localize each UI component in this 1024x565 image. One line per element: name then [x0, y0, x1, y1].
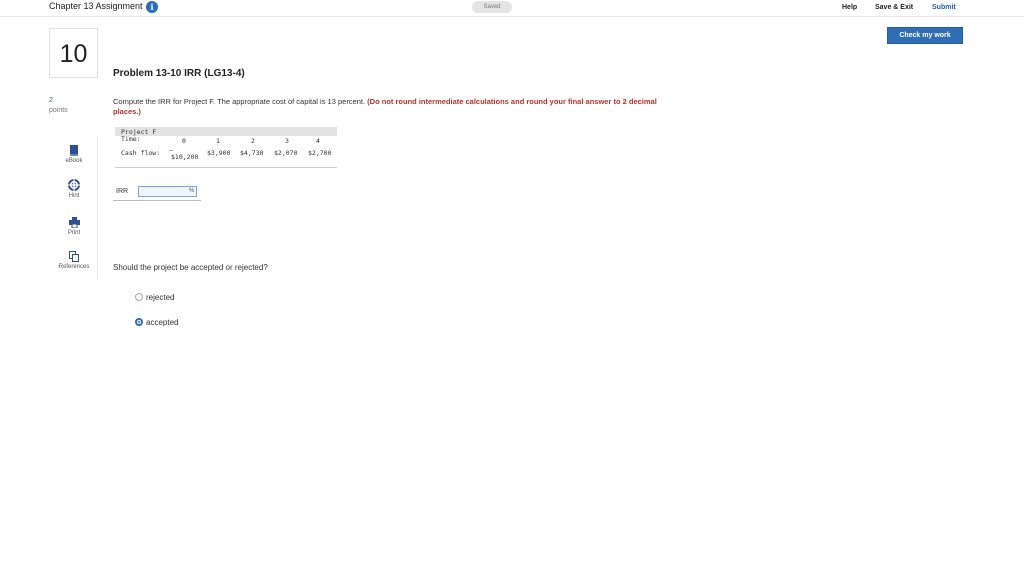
help-link[interactable]: Help — [842, 4, 857, 11]
accepted-radio[interactable] — [135, 317, 143, 326]
question-number: 10 — [49, 28, 98, 78]
print-label: Print — [67, 230, 81, 236]
flow-0: $10,200 — [171, 153, 199, 161]
time-0: 0 — [182, 137, 186, 145]
time-label: Time: — [121, 135, 141, 143]
hint-tool[interactable]: Hint — [52, 179, 96, 215]
problem-title: Problem 13-10 IRR (LG13-4) — [113, 68, 245, 79]
problem-prompt: Compute the IRR for Project F. The appro… — [113, 97, 673, 117]
save-exit-link[interactable]: Save & Exit — [875, 4, 913, 11]
prompt-text: Compute the IRR for Project F. The appro… — [113, 97, 366, 106]
submit-link[interactable]: Submit — [932, 4, 956, 11]
time-2: 2 — [251, 137, 255, 145]
option-rejected[interactable]: rejected — [135, 292, 175, 302]
irr-label: IRR — [116, 188, 129, 195]
time-3: 3 — [285, 137, 289, 145]
irr-percent-unit: % — [189, 188, 195, 194]
saved-status-badge: Saved — [472, 1, 512, 13]
ebook-label: eBook — [65, 158, 83, 164]
cash-flow-label: Cash flow: — [121, 149, 161, 157]
ebook-tool[interactable]: eBook — [52, 145, 96, 181]
rejected-label: rejected — [146, 293, 175, 302]
book-icon — [70, 145, 78, 156]
info-icon[interactable]: i — [146, 1, 158, 13]
time-4: 4 — [316, 137, 320, 145]
points-value: 2 — [49, 97, 53, 104]
assignment-title: Chapter 13 Assignment — [49, 1, 143, 11]
flow-3: $2,070 — [274, 149, 298, 157]
irr-answer-row: IRR % — [113, 186, 201, 201]
references-tool[interactable]: References — [52, 251, 96, 287]
table-bottom-rule — [115, 167, 337, 168]
top-bar: Chapter 13 Assignment i Saved Help Save … — [0, 0, 1024, 17]
accepted-label: accepted — [146, 318, 179, 327]
print-tool[interactable]: Print — [52, 217, 96, 253]
printer-icon — [68, 217, 80, 228]
points-label: points — [49, 107, 68, 114]
cash-flow-table: Project F Time: 0 1 2 3 4 Cash flow: – $… — [115, 127, 337, 168]
sidebar-divider — [97, 135, 98, 280]
option-accepted[interactable]: accepted — [135, 317, 179, 327]
flow-1: $3,900 — [207, 149, 231, 157]
hint-label: Hint — [68, 193, 80, 199]
time-1: 1 — [216, 137, 220, 145]
check-my-work-button[interactable]: Check my work — [887, 27, 963, 44]
lifebuoy-icon — [68, 179, 80, 191]
decision-question: Should the project be accepted or reject… — [113, 263, 268, 272]
references-label: References — [58, 264, 90, 270]
flow-4: $2,700 — [308, 149, 332, 157]
copy-icon — [69, 251, 79, 262]
flow-2: $4,730 — [240, 149, 264, 157]
rejected-radio[interactable] — [135, 292, 143, 301]
